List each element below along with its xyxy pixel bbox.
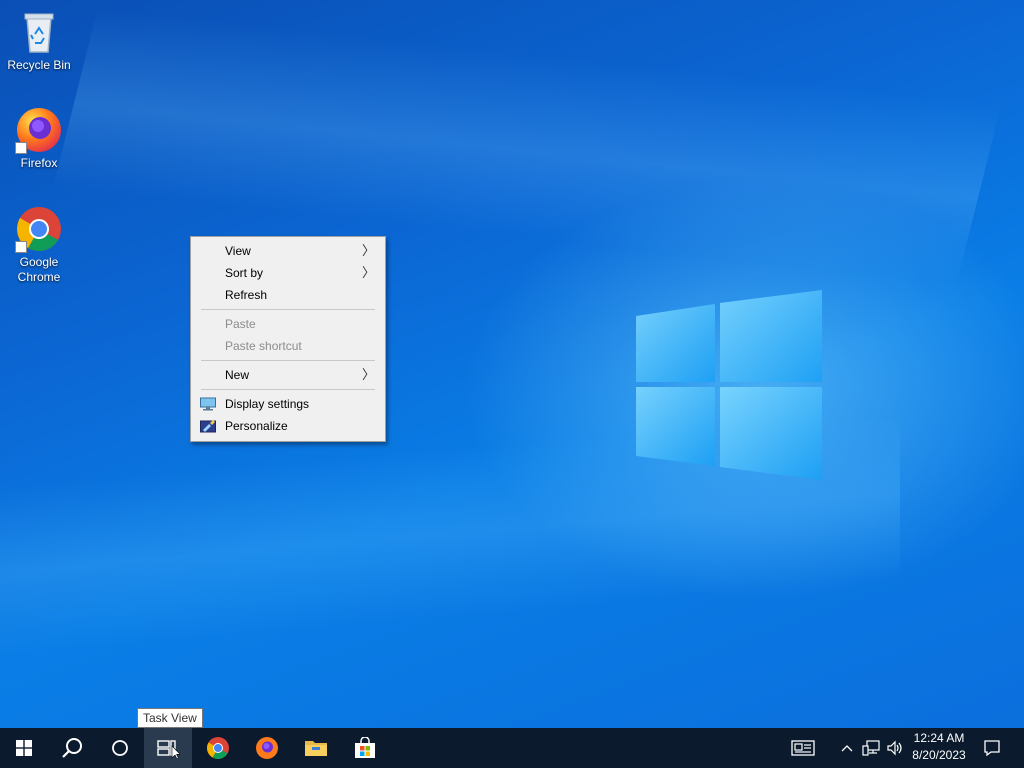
start-button[interactable]: [0, 728, 48, 768]
task-view-tooltip: Task View: [137, 708, 203, 728]
firefox-icon: [15, 106, 63, 154]
desktop-icon-label: Recycle Bin: [7, 58, 71, 72]
menu-item-paste[interactable]: Paste: [191, 313, 385, 335]
taskbar-clock[interactable]: 12:24 AM 8/20/2023: [904, 730, 974, 764]
task-view-button[interactable]: [144, 728, 192, 768]
menu-item-label: Personalize: [225, 419, 288, 433]
taskbar: 12:24 AM 8/20/2023: [0, 728, 1024, 768]
menu-item-label: Paste shortcut: [225, 339, 302, 353]
shortcut-arrow-icon: [15, 142, 27, 154]
news-icon: [791, 740, 815, 756]
chrome-icon: [207, 737, 229, 759]
light-beam: [35, 0, 1011, 474]
chrome-icon: [15, 205, 63, 253]
volume-icon: [887, 740, 902, 756]
chevron-right-icon: 〉: [361, 243, 375, 258]
network-icon: [862, 740, 880, 756]
clock-date: 8/20/2023: [912, 748, 966, 762]
chevron-up-icon: [841, 745, 853, 752]
volume-button[interactable]: [884, 728, 906, 768]
menu-item-view[interactable]: View 〉: [191, 240, 385, 262]
notification-icon: [984, 740, 1000, 757]
firefox-icon: [256, 737, 278, 759]
desktop-icon-label: Firefox: [20, 156, 58, 170]
recycle-bin-icon: [15, 8, 63, 56]
windows-logo-wallpaper: [636, 290, 822, 480]
news-button[interactable]: [784, 728, 822, 768]
desktop-icon-label: Google Chrome: [17, 255, 61, 284]
menu-item-label: Refresh: [225, 288, 268, 302]
shortcut-arrow-icon: [15, 241, 27, 253]
menu-item-paste-shortcut[interactable]: Paste shortcut: [191, 335, 385, 357]
menu-separator: [201, 360, 375, 361]
menu-separator: [201, 389, 375, 390]
search-icon: [62, 738, 82, 758]
menu-item-refresh[interactable]: Refresh: [191, 284, 385, 306]
start-icon: [16, 740, 32, 756]
search-button[interactable]: [48, 728, 96, 768]
cortana-icon: [112, 740, 128, 756]
menu-item-sort-by[interactable]: Sort by 〉: [191, 262, 385, 284]
chevron-right-icon: 〉: [361, 367, 375, 382]
cortana-button[interactable]: [96, 728, 144, 768]
menu-item-label: Display settings: [225, 397, 310, 411]
action-center-button[interactable]: [978, 728, 1006, 768]
chevron-right-icon: 〉: [361, 265, 375, 280]
menu-item-label: View: [225, 244, 251, 258]
personalize-icon: [200, 420, 216, 433]
display-settings-icon: [200, 397, 216, 411]
taskbar-store-button[interactable]: [341, 728, 389, 768]
clock-time: 12:24 AM: [913, 731, 965, 745]
desktop-icon-firefox[interactable]: Firefox: [1, 106, 77, 171]
desktop-icon-chrome[interactable]: Google Chrome: [1, 205, 77, 285]
menu-item-label: Sort by: [225, 266, 264, 280]
desktop[interactable]: Recycle Bin Firefox Google Chrome View 〉…: [0, 0, 1024, 728]
desktop-icon-recycle-bin[interactable]: Recycle Bin: [1, 8, 77, 73]
menu-item-new[interactable]: New 〉: [191, 364, 385, 386]
file-explorer-icon: [305, 741, 327, 756]
menu-item-label: New: [225, 368, 250, 382]
show-hidden-icons-button[interactable]: [838, 728, 856, 768]
menu-separator: [201, 309, 375, 310]
menu-item-label: Paste: [225, 317, 256, 331]
taskbar-chrome-button[interactable]: [194, 728, 242, 768]
taskbar-file-explorer-button[interactable]: [292, 728, 340, 768]
network-button[interactable]: [860, 728, 882, 768]
desktop-context-menu: View 〉 Sort by 〉 Refresh Paste Paste sho…: [190, 236, 386, 442]
menu-item-display-settings[interactable]: Display settings: [191, 393, 385, 415]
menu-item-personalize[interactable]: Personalize: [191, 415, 385, 437]
task-view-icon: [157, 740, 180, 758]
store-icon: [355, 737, 375, 758]
taskbar-firefox-button[interactable]: [243, 728, 291, 768]
